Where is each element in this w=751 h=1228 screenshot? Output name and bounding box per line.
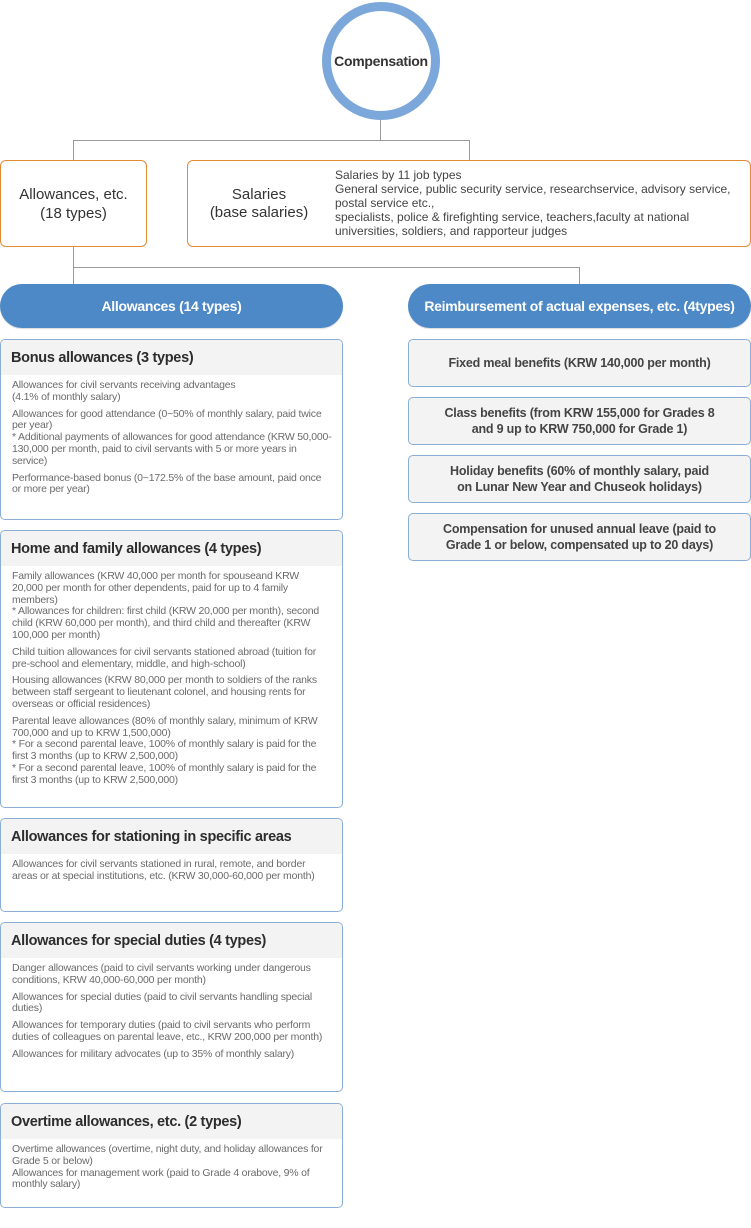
- root-node-compensation: Compensation: [322, 2, 440, 120]
- allowances-etc-box: Allowances, etc. (18 types): [0, 160, 147, 247]
- card-title: Allowances for special duties (4 types): [1, 923, 342, 958]
- card-item-text: Child tuition allowances for civil serva…: [12, 645, 317, 670]
- fixed-meal-benefits-card: Fixed meal benefits (KRW 140,000 per mon…: [408, 339, 751, 387]
- salaries-desc-line: universities, soldiers, and rapporteur j…: [335, 224, 568, 238]
- card-item: Allowances for temporary duties (paid to…: [12, 1019, 332, 1044]
- reimbursement-card-line: Class benefits (from KRW 155,000 for Gra…: [444, 406, 715, 420]
- card-item-note: * For a second parental leave, 100% of m…: [12, 761, 317, 786]
- card-title: Allowances for stationing in specific ar…: [1, 819, 342, 854]
- card-item: Allowances for military advocates (up to…: [12, 1047, 332, 1061]
- card-item: Allowances for civil servants stationed …: [12, 858, 332, 883]
- salaries-desc-line: General service, public security service…: [335, 182, 731, 196]
- card-item-text: Allowances for temporary duties (paid to…: [12, 1019, 323, 1043]
- card-item: Family allowances (KRW 40,000 per month …: [12, 570, 332, 642]
- connector-to-salaries: [469, 140, 470, 160]
- reimbursement-card-line: Grade 1 or below, compensated up to 20 d…: [445, 538, 714, 552]
- salaries-subtitle: (base salaries): [209, 203, 309, 221]
- overtime-allowances-card: Overtime allowances, etc. (2 types) Overt…: [0, 1103, 343, 1208]
- reimbursement-pill-label: Reimbursement of actual expenses, etc. (…: [424, 298, 735, 314]
- connector-allowances-etc-down: [73, 247, 74, 284]
- card-title: Bonus allowances (3 types): [1, 340, 342, 375]
- home-family-allowances-card: Home and family allowances (4 types) Fami…: [0, 530, 343, 808]
- card-item-text: Parental leave allowances (80% of monthl…: [12, 714, 318, 739]
- card-item: Overtime allowances (overtime, night dut…: [12, 1143, 332, 1191]
- connector-top-horizontal: [73, 140, 470, 141]
- allowances-etc-title: Allowances, etc.: [19, 185, 128, 203]
- salaries-desc-line: Salaries by 11 job types: [335, 168, 462, 182]
- card-item-text: Performance-based bonus (0~172.5% of the…: [12, 471, 322, 496]
- reimbursement-pill: Reimbursement of actual expenses, etc. (…: [408, 284, 751, 328]
- card-item-note: (4.1% of monthly salary): [12, 390, 121, 403]
- card-title: Overtime allowances, etc. (2 types): [1, 1104, 342, 1139]
- card-title: Home and family allowances (4 types): [1, 531, 342, 566]
- card-item: Allowances for good attendance (0~50% of…: [12, 407, 332, 468]
- card-item: Danger allowances (paid to civil servant…: [12, 962, 332, 987]
- card-item-text: Allowances for good attendance (0~50% of…: [12, 407, 322, 432]
- card-item-note: * Allowances for children: first child (…: [12, 605, 319, 641]
- unused-leave-compensation-card: Compensation for unused annual leave (pa…: [408, 513, 751, 561]
- card-item: Parental leave allowances (80% of monthl…: [12, 714, 332, 787]
- card-body: Allowances for civil servants receiving …: [1, 375, 342, 509]
- card-item-note: Allowances for management work (paid to …: [12, 1166, 310, 1191]
- salaries-desc-line: postal service etc.,: [335, 196, 435, 210]
- connector-root-down: [380, 120, 381, 140]
- reimbursement-card-line: Compensation for unused annual leave (pa…: [443, 522, 716, 536]
- holiday-benefits-card: Holiday benefits (60% of monthly salary,…: [408, 455, 751, 503]
- salaries-box: Salaries (base salaries) Salaries by 11 …: [187, 160, 751, 247]
- allowances-pill-label: Allowances (14 types): [101, 298, 242, 314]
- card-item: Allowances for civil servants receiving …: [12, 379, 332, 404]
- connector-to-reimbursement: [579, 267, 580, 284]
- card-item-text: Allowances for civil servants stationed …: [12, 858, 315, 882]
- card-item-text: Danger allowances (paid to civil servant…: [12, 962, 311, 986]
- allowances-etc-count: (18 types): [40, 204, 107, 222]
- card-item-note: * For a second parental leave, 100% of m…: [12, 738, 317, 763]
- card-item-text: Allowances for special duties (paid to c…: [12, 990, 312, 1015]
- reimbursement-card-line: on Lunar New Year and Chuseok holidays): [457, 480, 702, 494]
- card-item-text: Allowances for military advocates (up to…: [12, 1047, 295, 1060]
- class-benefits-card: Class benefits (from KRW 155,000 for Gra…: [408, 397, 751, 445]
- special-duties-allowances-card: Allowances for special duties (4 types) D…: [0, 922, 343, 1092]
- card-item-text: Family allowances (KRW 40,000 per month …: [12, 570, 300, 606]
- allowances-pill: Allowances (14 types): [0, 284, 343, 328]
- salaries-title: Salaries: [231, 185, 287, 203]
- card-item: Child tuition allowances for civil serva…: [12, 645, 332, 671]
- connector-mid-horizontal: [73, 267, 580, 268]
- salaries-desc-line: specialists, police & firefighting servi…: [335, 210, 690, 224]
- card-item-text: Housing allowances (KRW 80,000 per month…: [12, 674, 317, 710]
- reimbursement-card-line: Holiday benefits (60% of monthly salary,…: [450, 464, 709, 478]
- reimbursement-card-line: and 9 up to KRW 750,000 for Grade 1): [471, 422, 688, 436]
- card-body: Family allowances (KRW 40,000 per month …: [1, 566, 342, 800]
- card-item: Allowances for special duties (paid to c…: [12, 990, 332, 1016]
- card-body: Danger allowances (paid to civil servant…: [1, 958, 342, 1074]
- salaries-description: Salaries by 11 job types General service…: [335, 168, 738, 238]
- card-item: Performance-based bonus (0~172.5% of the…: [12, 471, 332, 497]
- card-body: Allowances for civil servants stationed …: [1, 854, 342, 896]
- card-item-note: * Additional payments of allowances for …: [12, 431, 332, 467]
- stationing-allowances-card: Allowances for stationing in specific ar…: [0, 818, 343, 912]
- card-body: Overtime allowances (overtime, night dut…: [1, 1139, 342, 1204]
- card-item: Housing allowances (KRW 80,000 per month…: [12, 674, 332, 710]
- root-label: Compensation: [334, 53, 428, 69]
- card-item-text: Overtime allowances (overtime, night dut…: [12, 1143, 323, 1167]
- connector-to-allowances-etc: [73, 140, 74, 160]
- reimbursement-card-line: Fixed meal benefits (KRW 140,000 per mon…: [448, 356, 711, 370]
- bonus-allowances-card: Bonus allowances (3 types) Allowances for…: [0, 339, 343, 520]
